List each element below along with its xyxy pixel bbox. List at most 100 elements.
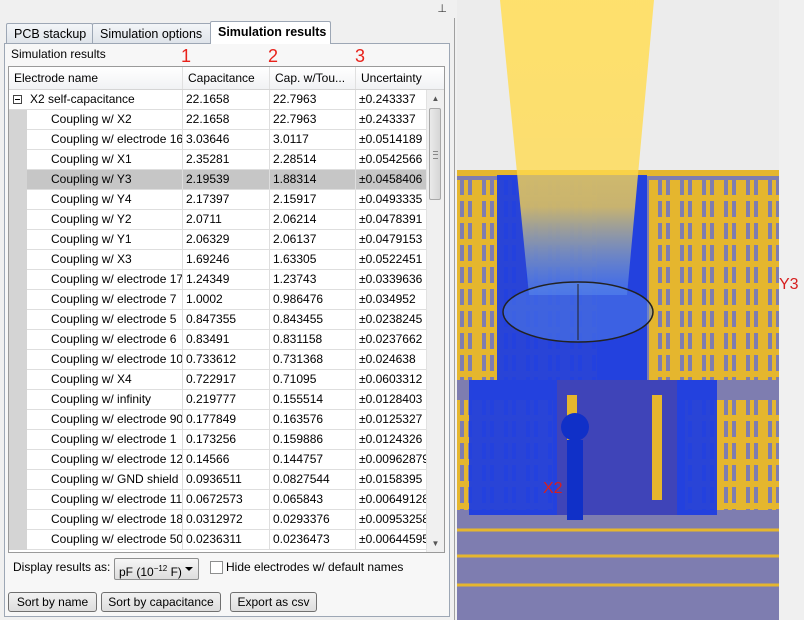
- column-number-1: 1: [181, 46, 192, 66]
- cell-capacitance: 0.722917: [183, 370, 270, 390]
- scrollbar-thumb[interactable]: [429, 108, 441, 200]
- cell-electrode-name: Coupling w/ Y3: [27, 170, 183, 190]
- display-results-label: Display results as:: [13, 560, 111, 574]
- scroll-up-icon[interactable]: ▲: [427, 90, 444, 107]
- cell-capacitance: 0.0936511: [183, 470, 270, 490]
- cell-electrode-name: Coupling w/ Y2: [27, 210, 183, 230]
- hide-default-names-checkbox[interactable]: [210, 561, 223, 574]
- table-row[interactable]: Coupling w/ Y2 2.0711 2.06214 ±0.0478391: [9, 210, 428, 230]
- cell-electrode-name: Coupling w/ electrode 16: [27, 130, 183, 150]
- cell-cap-touch: 2.15917: [270, 190, 356, 210]
- collapse-icon[interactable]: [13, 95, 22, 104]
- tab-pcb-stackup[interactable]: PCB stackup: [6, 23, 93, 43]
- tab-simulation-options[interactable]: Simulation options: [92, 23, 212, 43]
- column-header-cap-touch[interactable]: Cap. w/Tou...: [270, 67, 356, 89]
- cell-electrode-name: Coupling w/ GND shield: [27, 470, 183, 490]
- cell-capacitance: 2.17397: [183, 190, 270, 210]
- export-csv-button[interactable]: Export as csv: [230, 592, 317, 612]
- sort-by-capacitance-button[interactable]: Sort by capacitance: [101, 592, 221, 612]
- table-parent-row[interactable]: X2 self-capacitance 22.1658 22.7963 ±0.2…: [9, 90, 428, 110]
- table-row[interactable]: Coupling w/ X4 0.722917 0.71095 ±0.0603312: [9, 370, 428, 390]
- column-header-capacitance[interactable]: Capacitance: [183, 67, 270, 89]
- cell-uncertainty: ±0.0238245: [356, 310, 428, 330]
- cell-uncertainty: ±0.0542566: [356, 150, 428, 170]
- tab-simulation-results[interactable]: Simulation results: [210, 21, 331, 44]
- cell-capacitance: 22.1658: [183, 110, 270, 130]
- table-row[interactable]: Coupling w/ electrode 17 1.24349 1.23743 ±0…: [9, 270, 428, 290]
- cell-uncertainty: ±0.243337: [356, 110, 428, 130]
- cell-electrode-name: Coupling w/ X2: [27, 110, 183, 130]
- cell-electrode-name: Coupling w/ infinity: [27, 390, 183, 410]
- table-row[interactable]: Coupling w/ electrode 10 0.733612 0.731368…: [9, 350, 428, 370]
- cell-cap-touch: 0.986476: [270, 290, 356, 310]
- column-header-uncertainty[interactable]: Uncertainty: [356, 67, 444, 89]
- column-number-3: 3: [355, 46, 366, 66]
- column-number-2: 2: [268, 46, 279, 66]
- table-row[interactable]: Coupling w/ GND shield 0.0936511 0.0827544…: [9, 470, 428, 490]
- cell-uncertainty: ±0.0479153: [356, 230, 428, 250]
- table-row[interactable]: Coupling w/ electrode 1 0.173256 0.159886 ±…: [9, 430, 428, 450]
- cell-uncertainty: ±0.0478391: [356, 210, 428, 230]
- cell-electrode-name: Coupling w/ X4: [27, 370, 183, 390]
- cell-capacitance: 0.177849: [183, 410, 270, 430]
- cell-capacitance: 0.173256: [183, 430, 270, 450]
- cell-capacitance: 0.0312972: [183, 510, 270, 530]
- pcb-3d-viewport[interactable]: X2 Y3: [457, 0, 779, 620]
- cell-uncertainty: ±0.00649128: [356, 490, 428, 510]
- cell-cap-touch: 22.7963: [270, 110, 356, 130]
- row-indent-gutter: [9, 110, 27, 130]
- column-header-electrode-name[interactable]: Electrode name: [9, 67, 183, 89]
- unit-select[interactable]: pF (10−12 F): [114, 558, 199, 580]
- cell-cap-touch: 0.843455: [270, 310, 356, 330]
- table-row[interactable]: Coupling w/ electrode 90 0.177849 0.163576…: [9, 410, 428, 430]
- table-row[interactable]: Coupling w/ electrode 50 0.0236311 0.02364…: [9, 530, 428, 550]
- row-indent-gutter: [9, 530, 27, 550]
- cell-uncertainty: ±0.0339636: [356, 270, 428, 290]
- table-row[interactable]: Coupling w/ electrode 7 1.0002 0.986476 ±0.…: [9, 290, 428, 310]
- cell-electrode-name: Coupling w/ X1: [27, 150, 183, 170]
- row-indent-gutter: [9, 430, 27, 450]
- table-row[interactable]: Coupling w/ electrode 6 0.83491 0.831158 ±0…: [9, 330, 428, 350]
- cell-cap-touch: 0.0293376: [270, 510, 356, 530]
- vertical-scrollbar[interactable]: ▲ ▼: [426, 90, 444, 552]
- table-row[interactable]: Coupling w/ X1 2.35281 2.28514 ±0.0542566: [9, 150, 428, 170]
- cell-cap-touch: 2.06137: [270, 230, 356, 250]
- cell-cap-touch: 0.0236473: [270, 530, 356, 550]
- sort-by-name-button[interactable]: Sort by name: [8, 592, 97, 612]
- cell-cap-touch: 3.0117: [270, 130, 356, 150]
- cell-uncertainty: ±0.0514189: [356, 130, 428, 150]
- cell-electrode-name: Coupling w/ Y1: [27, 230, 183, 250]
- table-row[interactable]: Coupling w/ electrode 12 0.14566 0.144757 ±…: [9, 450, 428, 470]
- table-row[interactable]: Coupling w/ infinity 0.219777 0.155514 ±0.0…: [9, 390, 428, 410]
- cell-uncertainty: ±0.0128403: [356, 390, 428, 410]
- table-row[interactable]: Coupling w/ X3 1.69246 1.63305 ±0.0522451: [9, 250, 428, 270]
- cell-uncertainty: ±0.0124326: [356, 430, 428, 450]
- cell-capacitance: 2.06329: [183, 230, 270, 250]
- row-indent-gutter: [9, 310, 27, 330]
- table-row[interactable]: Coupling w/ electrode 5 0.847355 0.843455 ±…: [9, 310, 428, 330]
- via-pad: [561, 413, 589, 441]
- cell-cap-touch: 0.159886: [270, 430, 356, 450]
- results-panel: ⊥ PCB stackup Simulation options Simulat…: [0, 0, 455, 620]
- table-row[interactable]: Coupling w/ electrode 11 0.0672573 0.06584…: [9, 490, 428, 510]
- table-row[interactable]: Coupling w/ X2 22.1658 22.7963 ±0.243337: [9, 110, 428, 130]
- cell-uncertainty: ±0.0603312: [356, 370, 428, 390]
- cell-capacitance: 1.69246: [183, 250, 270, 270]
- row-indent-gutter: [9, 490, 27, 510]
- scroll-down-icon[interactable]: ▼: [427, 535, 444, 552]
- table-row[interactable]: Coupling w/ electrode 16 3.03646 3.0117 ±0.…: [9, 130, 428, 150]
- cell-capacitance: 0.847355: [183, 310, 270, 330]
- table-row[interactable]: Coupling w/ electrode 18 0.0312972 0.02933…: [9, 510, 428, 530]
- cell-uncertainty: ±0.024638: [356, 350, 428, 370]
- pin-icon[interactable]: ⊥: [437, 2, 447, 15]
- cell-uncertainty: ±0.0158395: [356, 470, 428, 490]
- cell-capacitance: 2.19539: [183, 170, 270, 190]
- table-row[interactable]: Coupling w/ Y4 2.17397 2.15917 ±0.0493335: [9, 190, 428, 210]
- table-row[interactable]: Coupling w/ Y3 2.19539 1.88314 ±0.0458406: [9, 170, 428, 190]
- cell-capacitance: 0.83491: [183, 330, 270, 350]
- unit-select-suffix: F): [167, 565, 182, 579]
- cell-cap-touch: 0.065843: [270, 490, 356, 510]
- table-row[interactable]: Coupling w/ Y1 2.06329 2.06137 ±0.0479153: [9, 230, 428, 250]
- cell-uncertainty: ±0.034952: [356, 290, 428, 310]
- row-indent-gutter: [9, 150, 27, 170]
